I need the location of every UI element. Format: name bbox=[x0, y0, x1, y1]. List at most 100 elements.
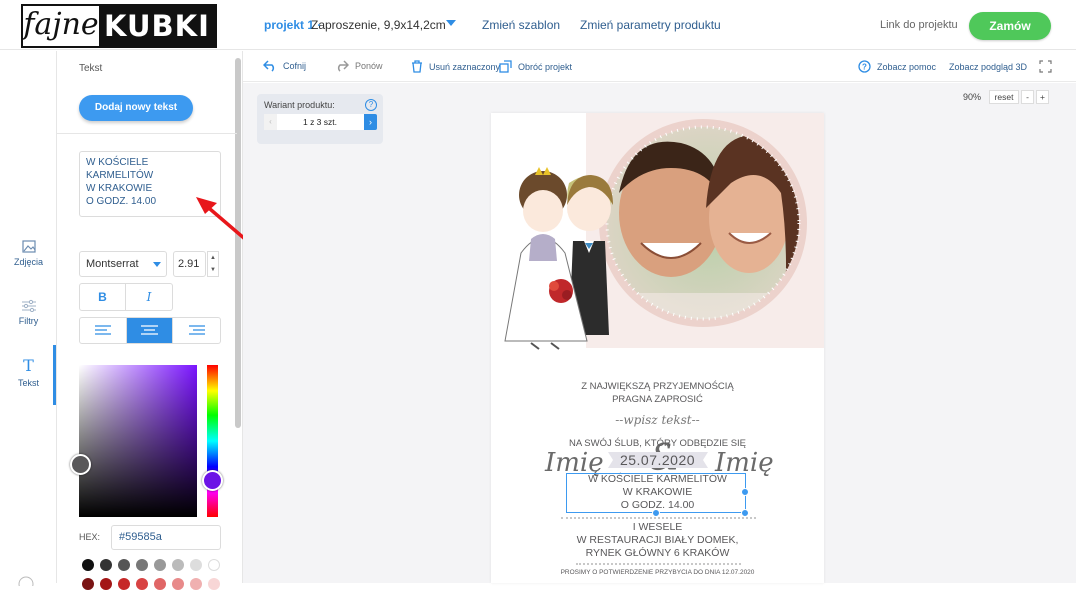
redo-button[interactable]: Ponów bbox=[335, 60, 383, 72]
project-link[interactable]: Link do projektu bbox=[880, 19, 958, 31]
chevron-down-icon bbox=[153, 262, 161, 267]
help-icon: ? bbox=[858, 60, 871, 73]
variant-label: Wariant produktu: bbox=[264, 100, 335, 110]
invite-line-1[interactable]: Z NAJWIĘKSZĄ PRZYJEMNOŚCIĄ bbox=[491, 381, 824, 392]
color-swatch[interactable] bbox=[136, 578, 148, 590]
circle-icon[interactable] bbox=[17, 574, 35, 586]
align-right-icon bbox=[189, 325, 205, 335]
zoom-out-button[interactable]: - bbox=[1021, 90, 1034, 104]
undo-button[interactable]: Cofnij bbox=[263, 60, 306, 72]
sliders-icon bbox=[21, 299, 36, 312]
logo-right-text: KUBKI bbox=[99, 6, 215, 46]
delete-label: Usuń zaznaczony bbox=[429, 61, 501, 72]
wedding-date[interactable]: 25.07.2020 bbox=[491, 452, 824, 468]
variant-prev-button[interactable]: ‹ bbox=[264, 114, 277, 130]
cartoon-bride-groom bbox=[504, 167, 613, 350]
logo[interactable]: fajne KUBKI bbox=[21, 4, 217, 48]
rotate-icon bbox=[499, 60, 512, 73]
rotate-handle[interactable] bbox=[652, 509, 660, 517]
sidebar-item-label: Tekst bbox=[17, 378, 39, 388]
color-swatch[interactable] bbox=[154, 559, 166, 571]
couple-photo[interactable] bbox=[491, 113, 824, 363]
sidebar-item-text[interactable]: T Tekst bbox=[0, 356, 57, 389]
divider bbox=[561, 517, 756, 519]
color-swatch[interactable] bbox=[208, 578, 220, 590]
hex-label: HEX: bbox=[79, 532, 101, 542]
color-swatch[interactable] bbox=[208, 559, 220, 571]
color-swatches bbox=[82, 578, 220, 590]
logo-left-text: fajne bbox=[23, 6, 99, 46]
rotate-project-button[interactable]: Obróć projekt bbox=[499, 60, 572, 73]
help-label: Zobacz pomoc bbox=[877, 61, 937, 72]
color-swatch[interactable] bbox=[136, 559, 148, 571]
delete-selected-button[interactable]: Usuń zaznaczony bbox=[411, 60, 500, 73]
text-t-icon: T bbox=[23, 356, 34, 375]
selection-box[interactable] bbox=[566, 473, 746, 513]
undo-icon bbox=[263, 60, 275, 72]
rotate-label: Obróć projekt bbox=[518, 61, 573, 72]
preview-3d-button[interactable]: Zobacz podgląd 3D bbox=[949, 62, 1027, 72]
fullscreen-icon[interactable] bbox=[1039, 60, 1052, 73]
sidebar-item-filters[interactable]: Filtry bbox=[0, 299, 57, 326]
svg-text:?: ? bbox=[862, 63, 867, 72]
variant-value: 1 z 3 szt. bbox=[264, 114, 376, 130]
panel-title: Tekst bbox=[79, 63, 103, 74]
trash-icon bbox=[412, 60, 422, 73]
color-saturation-picker[interactable] bbox=[79, 365, 197, 517]
color-swatch[interactable] bbox=[82, 578, 94, 590]
hex-color-input[interactable]: #59585a bbox=[111, 525, 221, 550]
undo-label: Cofnij bbox=[283, 61, 307, 71]
redo-label: Ponów bbox=[355, 61, 383, 71]
reception-line-3[interactable]: RYNEK GŁÓWNY 6 KRAKÓW bbox=[491, 547, 824, 559]
resize-handle[interactable] bbox=[741, 488, 749, 496]
color-swatch[interactable] bbox=[172, 578, 184, 590]
divider bbox=[57, 133, 237, 134]
color-swatch[interactable] bbox=[82, 559, 94, 571]
placeholder-text[interactable]: --wpisz tekst-- bbox=[491, 413, 824, 427]
color-swatch[interactable] bbox=[118, 559, 130, 571]
reception-line-2[interactable]: W RESTAURACJI BIAŁY DOMEK, bbox=[491, 534, 824, 546]
sidebar-item-label: Filtry bbox=[18, 316, 39, 326]
order-button[interactable]: Zamów bbox=[969, 12, 1051, 40]
hue-slider[interactable] bbox=[207, 365, 218, 517]
color-swatches bbox=[82, 559, 220, 571]
color-swatch[interactable] bbox=[154, 578, 166, 590]
help-button[interactable]: ? Zobacz pomoc bbox=[858, 60, 936, 73]
redo-icon bbox=[337, 60, 349, 72]
align-left-icon bbox=[95, 325, 111, 335]
zoom-level: 90% bbox=[963, 92, 982, 102]
color-swatch[interactable] bbox=[190, 578, 202, 590]
align-center-icon bbox=[141, 325, 158, 335]
color-swatch[interactable] bbox=[190, 559, 202, 571]
help-icon[interactable]: ? bbox=[365, 99, 377, 111]
change-template-link[interactable]: Zmień szablon bbox=[482, 18, 560, 32]
project-size[interactable]: Zaproszenie, 9,9x14,2cm bbox=[311, 18, 446, 32]
invite-line-2[interactable]: PRAGNA ZAPROSIĆ bbox=[491, 394, 824, 405]
variant-next-button[interactable]: › bbox=[364, 114, 377, 130]
color-picker-handle[interactable] bbox=[70, 454, 91, 475]
add-text-button[interactable]: Dodaj nowy tekst bbox=[79, 95, 193, 121]
zoom-reset-button[interactable]: reset bbox=[989, 90, 1019, 104]
bold-button[interactable]: B bbox=[79, 283, 126, 311]
chevron-down-icon[interactable] bbox=[446, 20, 456, 26]
sidebar-item-photos[interactable]: Zdjęcia bbox=[0, 240, 57, 267]
rsvp-text[interactable]: PROSIMY O POTWIERDZENIE PRZYBYCIA DO DNI… bbox=[491, 569, 824, 576]
change-params-link[interactable]: Zmień parametry produktu bbox=[580, 18, 721, 32]
reception-line-1[interactable]: I WESELE bbox=[491, 521, 824, 533]
zoom-in-button[interactable]: + bbox=[1036, 90, 1049, 104]
hue-slider-handle[interactable] bbox=[202, 470, 223, 491]
invite-line-3[interactable]: NA SWÓJ ŚLUB, KTÓRY ODBĘDZIE SIĘ bbox=[491, 438, 824, 449]
color-swatch[interactable] bbox=[118, 578, 130, 590]
color-swatch[interactable] bbox=[100, 559, 112, 571]
active-indicator bbox=[53, 345, 56, 405]
align-center-button[interactable] bbox=[126, 317, 173, 344]
resize-handle[interactable] bbox=[741, 509, 749, 517]
color-swatch[interactable] bbox=[172, 559, 184, 571]
divider bbox=[576, 563, 741, 565]
image-icon bbox=[21, 240, 36, 253]
italic-button[interactable]: I bbox=[125, 283, 173, 311]
align-left-button[interactable] bbox=[79, 317, 127, 344]
color-swatch[interactable] bbox=[100, 578, 112, 590]
align-right-button[interactable] bbox=[172, 317, 221, 344]
preview-3d-label: Zobacz podgląd 3D bbox=[949, 62, 1028, 72]
